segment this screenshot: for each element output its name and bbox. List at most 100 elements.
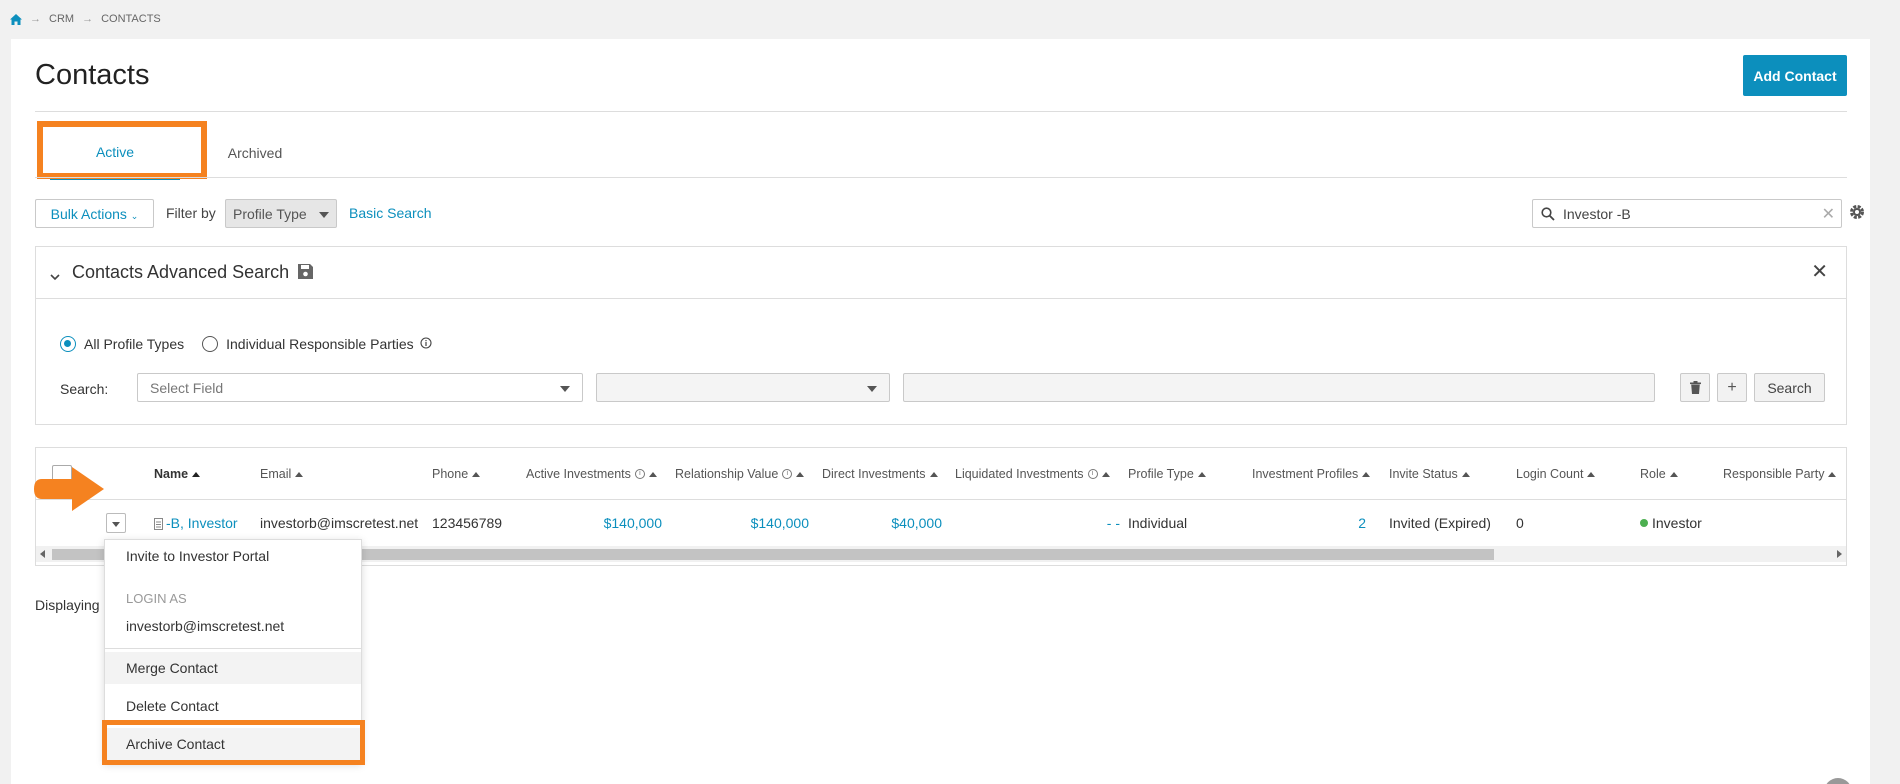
advanced-search-title: Contacts Advanced Search — [72, 262, 290, 282]
sort-icon — [796, 471, 805, 477]
cell-direct-investments[interactable]: $40,000 — [884, 515, 942, 531]
bulk-actions-label: Bulk Actions — [50, 205, 127, 222]
cell-liquidated-investments: - - — [1106, 515, 1120, 531]
column-header-name[interactable]: Name — [154, 467, 201, 481]
breadcrumb-contacts: CONTACTS — [101, 13, 161, 25]
sort-icon — [1101, 471, 1110, 477]
column-header-profile-type[interactable]: Profile Type — [1128, 467, 1206, 481]
advanced-search-panel: Contacts Advanced Search ✕ All Profile T… — [35, 246, 1847, 425]
info-icon: i — [782, 469, 793, 479]
cell-role: Investor — [1640, 515, 1702, 531]
column-header-active-investments[interactable]: Active Investments i — [526, 467, 657, 481]
tab-active[interactable]: Active — [50, 125, 180, 180]
gear-icon[interactable] — [1848, 203, 1866, 224]
search-box[interactable]: ✕ — [1532, 199, 1842, 228]
radio-individual-label: Individual Responsible Parties — [226, 336, 414, 352]
radio-individual-responsible[interactable] — [202, 336, 219, 352]
sort-icon — [1587, 471, 1596, 477]
save-icon[interactable] — [297, 263, 314, 283]
divider — [35, 111, 1847, 112]
search-label: Search: — [60, 381, 109, 397]
profile-type-value: Profile Type — [233, 206, 307, 222]
row-actions-dropdown[interactable] — [106, 513, 126, 533]
column-header-investment-profiles[interactable]: Investment Profiles — [1252, 467, 1371, 481]
info-icon: i — [1087, 469, 1098, 479]
caret-down-icon — [560, 386, 570, 392]
cell-profile-type: Individual — [1128, 515, 1188, 531]
breadcrumb: → CRM → CONTACTS — [10, 12, 161, 26]
sort-icon — [929, 471, 938, 477]
menu-divider — [105, 648, 361, 649]
cell-relationship-value[interactable]: $140,000 — [743, 515, 809, 531]
document-icon — [154, 518, 163, 530]
menu-item-invite[interactable]: Invite to Investor Portal — [105, 540, 361, 572]
row-actions-menu: Invite to Investor Portal LOGIN AS inves… — [104, 539, 362, 763]
sort-icon — [1828, 471, 1837, 477]
sort-icon — [295, 471, 304, 477]
scroll-left-icon[interactable] — [40, 550, 45, 558]
column-header-role[interactable]: Role — [1640, 467, 1678, 481]
search-input[interactable] — [1563, 204, 1803, 224]
breadcrumb-separator-icon: → — [30, 13, 41, 25]
caret-down-icon — [867, 386, 877, 392]
profile-type-select[interactable]: Profile Type — [225, 199, 337, 228]
advanced-search-button[interactable]: Search — [1754, 373, 1825, 402]
operator-select[interactable] — [596, 373, 890, 402]
delete-criteria-button[interactable] — [1680, 373, 1710, 402]
cell-investment-profiles[interactable]: 2 — [1356, 515, 1366, 531]
bulk-actions-button[interactable]: Bulk Actions ⌄ — [35, 199, 154, 228]
divider — [35, 177, 1847, 178]
table-header: Name Email Phone Active Investments i Rel… — [36, 448, 1846, 500]
column-header-phone[interactable]: Phone — [432, 467, 481, 481]
close-icon[interactable]: ✕ — [1811, 262, 1828, 282]
search-value-input[interactable] — [903, 373, 1655, 402]
breadcrumb-separator-icon: → — [82, 13, 94, 25]
add-contact-button[interactable]: Add Contact — [1743, 55, 1847, 96]
add-criteria-button[interactable]: + — [1717, 373, 1747, 402]
chevron-down-icon[interactable] — [50, 268, 60, 284]
tab-archived[interactable]: Archived — [200, 125, 310, 180]
menu-item-merge[interactable]: Merge Contact — [105, 652, 361, 684]
sort-icon — [1362, 471, 1371, 477]
clear-icon[interactable]: ✕ — [1822, 204, 1835, 224]
column-header-email[interactable]: Email — [260, 467, 304, 481]
radio-all-label: All Profile Types — [84, 336, 185, 352]
contact-name-link[interactable]: -B, Investor — [154, 515, 238, 531]
column-header-responsible-party[interactable]: Responsible Party — [1723, 467, 1837, 481]
cell-login-count: 0 — [1516, 515, 1524, 531]
advanced-search-header[interactable]: Contacts Advanced Search ✕ — [36, 247, 1846, 299]
column-header-direct-investments[interactable]: Direct Investments — [822, 467, 938, 481]
status-dot-icon — [1640, 519, 1648, 527]
sort-icon — [1461, 471, 1470, 477]
cell-email: investorb@imscretest.net — [260, 515, 419, 531]
basic-search-link[interactable]: Basic Search — [349, 205, 431, 221]
displaying-text: Displaying — [35, 597, 100, 613]
radio-all-profile-types[interactable] — [60, 336, 76, 352]
cell-active-investments[interactable]: $140,000 — [596, 515, 662, 531]
column-header-relationship-value[interactable]: Relationship Value i — [675, 467, 805, 481]
page-title: Contacts — [35, 59, 150, 91]
profile-type-radios: All Profile Types Individual Responsible… — [60, 334, 432, 354]
field-select[interactable]: Select Field — [137, 373, 583, 402]
filter-by-label: Filter by — [166, 205, 216, 221]
sort-asc-icon — [192, 471, 201, 477]
sort-icon — [472, 471, 481, 477]
column-header-invite-status[interactable]: Invite Status — [1389, 467, 1470, 481]
cell-invite-status: Invited (Expired) — [1389, 515, 1491, 531]
trash-icon — [1690, 381, 1701, 394]
sort-icon — [1669, 471, 1678, 477]
menu-item-archive[interactable]: Archive Contact — [105, 728, 361, 760]
sort-icon — [648, 471, 657, 477]
info-icon[interactable] — [420, 336, 432, 352]
scroll-right-icon[interactable] — [1837, 550, 1842, 558]
column-header-liquidated-investments[interactable]: Liquidated Investments i — [955, 467, 1110, 481]
menu-item-login-email[interactable]: investorb@imscretest.net — [105, 610, 361, 642]
sort-icon — [1197, 471, 1206, 477]
column-header-login-count[interactable]: Login Count — [1516, 467, 1596, 481]
menu-item-delete[interactable]: Delete Contact — [105, 690, 361, 722]
info-icon: i — [634, 469, 645, 479]
search-icon — [1541, 207, 1555, 224]
toolbar: Bulk Actions ⌄ Filter by Profile Type Ba… — [35, 199, 1864, 229]
home-icon[interactable] — [10, 13, 22, 25]
breadcrumb-crm[interactable]: CRM — [49, 13, 74, 25]
